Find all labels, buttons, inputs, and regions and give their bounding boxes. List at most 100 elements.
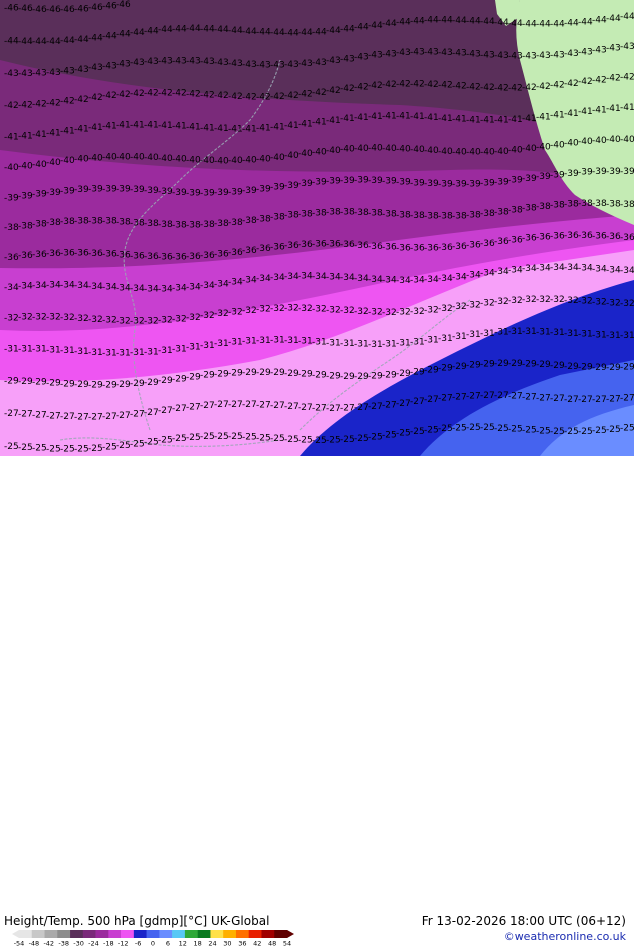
isotherm-label: -25 bbox=[424, 425, 439, 435]
isotherm-label: -36 bbox=[508, 235, 523, 245]
isotherm-label: -31 bbox=[116, 349, 131, 359]
isotherm-label: -38 bbox=[480, 209, 495, 219]
legend-left-arrow bbox=[12, 930, 19, 938]
isotherm-label: -39 bbox=[200, 188, 215, 198]
isotherm-label: -31 bbox=[256, 336, 271, 346]
legend-swatch bbox=[274, 930, 287, 938]
isotherm-label: -29 bbox=[312, 371, 327, 381]
isotherm-label: -44 bbox=[270, 28, 285, 38]
isotherm-label: -41 bbox=[340, 114, 355, 124]
isotherm-label: -29 bbox=[172, 374, 187, 384]
isotherm-label: -31 bbox=[102, 348, 117, 358]
isotherm-label: -44 bbox=[340, 25, 355, 35]
isotherm-label: -43 bbox=[536, 51, 551, 61]
isotherm-label: -29 bbox=[564, 362, 579, 372]
isotherm-label: -42 bbox=[46, 98, 61, 108]
isotherm-label: -41 bbox=[564, 109, 579, 119]
isotherm-label: -41 bbox=[88, 123, 103, 133]
isotherm-label: -25 bbox=[606, 425, 621, 435]
isotherm-label: -27 bbox=[186, 402, 201, 412]
isotherm-label: -42 bbox=[354, 82, 369, 92]
isotherm-label: -25 bbox=[102, 443, 117, 453]
isotherm-label: -31 bbox=[284, 336, 299, 346]
isotherm-label: -40 bbox=[298, 149, 313, 159]
isotherm-label: -27 bbox=[494, 391, 509, 401]
isotherm-label: -42 bbox=[4, 101, 19, 111]
isotherm-label: -27 bbox=[60, 412, 75, 422]
isotherm-label: -40 bbox=[312, 147, 327, 157]
isotherm-label: -40 bbox=[186, 156, 201, 166]
isotherm-label: -39 bbox=[508, 176, 523, 186]
isotherm-label: -34 bbox=[200, 281, 215, 291]
isotherm-label: -32 bbox=[466, 300, 481, 310]
credit-link[interactable]: ©weatheronline.co.uk bbox=[504, 930, 626, 943]
isotherm-label: -42 bbox=[564, 79, 579, 89]
isotherm-label: -46 bbox=[116, 0, 131, 10]
isotherm-label: -40 bbox=[522, 144, 537, 154]
isotherm-label: -38 bbox=[606, 199, 621, 209]
isotherm-label: -29 bbox=[438, 364, 453, 374]
isotherm-label: -36 bbox=[242, 246, 257, 256]
isotherm-label: -27 bbox=[438, 394, 453, 404]
isotherm-label: -29 bbox=[620, 363, 634, 373]
isotherm-label: -36 bbox=[382, 243, 397, 253]
isotherm-label: -39 bbox=[368, 176, 383, 186]
isotherm-label: -39 bbox=[494, 177, 509, 187]
isotherm-label: -39 bbox=[606, 167, 621, 177]
isotherm-label: -44 bbox=[200, 25, 215, 35]
isotherm-label: -44 bbox=[494, 18, 509, 28]
isotherm-label: -39 bbox=[620, 167, 634, 177]
isotherm-label: -41 bbox=[60, 126, 75, 136]
isotherm-label: -32 bbox=[242, 306, 257, 316]
isotherm-label: -39 bbox=[564, 169, 579, 179]
isotherm-label: -41 bbox=[18, 131, 33, 141]
isotherm-label: -39 bbox=[382, 177, 397, 187]
isotherm-label: -29 bbox=[228, 368, 243, 378]
isotherm-label: -31 bbox=[298, 337, 313, 347]
isotherm-label: -31 bbox=[214, 339, 229, 349]
isotherm-label: -31 bbox=[620, 331, 634, 341]
isotherm-label: -27 bbox=[312, 404, 327, 414]
isotherm-label: -34 bbox=[620, 266, 634, 276]
isotherm-label: -42 bbox=[480, 83, 495, 93]
isotherm-label: -41 bbox=[200, 123, 215, 133]
isotherm-label: -40 bbox=[592, 136, 607, 146]
isotherm-label: -44 bbox=[228, 26, 243, 36]
isotherm-label: -43 bbox=[410, 48, 425, 58]
isotherm-label: -27 bbox=[270, 401, 285, 411]
isotherm-label: -34 bbox=[466, 271, 481, 281]
isotherm-label: -44 bbox=[116, 30, 131, 40]
isotherm-label: -29 bbox=[606, 363, 621, 373]
isotherm-label: -25 bbox=[410, 427, 425, 437]
isotherm-label: -43 bbox=[550, 50, 565, 60]
isotherm-label: -41 bbox=[284, 121, 299, 131]
isotherm-label: -31 bbox=[4, 345, 19, 355]
isotherm-label: -41 bbox=[116, 121, 131, 131]
isotherm-label: -25 bbox=[550, 427, 565, 437]
isotherm-label: -44 bbox=[410, 16, 425, 26]
legend-swatch bbox=[210, 930, 223, 938]
isotherm-label: -38 bbox=[214, 219, 229, 229]
isotherm-label: -31 bbox=[368, 340, 383, 350]
isotherm-label: -36 bbox=[186, 252, 201, 262]
isotherm-label: -43 bbox=[298, 59, 313, 69]
isotherm-label: -39 bbox=[116, 185, 131, 195]
legend-swatch bbox=[57, 930, 70, 938]
isotherm-label: -34 bbox=[228, 278, 243, 288]
isotherm-label: -39 bbox=[298, 179, 313, 189]
isotherm-label: -40 bbox=[480, 148, 495, 158]
isotherm-label: -40 bbox=[88, 153, 103, 163]
isotherm-label: -25 bbox=[228, 432, 243, 442]
isotherm-label: -27 bbox=[522, 392, 537, 402]
isotherm-label: -32 bbox=[298, 304, 313, 314]
isotherm-label: -42 bbox=[326, 86, 341, 96]
isotherm-label: -43 bbox=[480, 50, 495, 60]
isotherm-label: -32 bbox=[200, 311, 215, 321]
isotherm-label: -38 bbox=[116, 217, 131, 227]
isotherm-label: -29 bbox=[326, 371, 341, 381]
isotherm-label: -42 bbox=[382, 80, 397, 90]
isotherm-label: -41 bbox=[46, 128, 61, 138]
isotherm-label: -44 bbox=[480, 17, 495, 27]
isotherm-label: -34 bbox=[60, 281, 75, 291]
isotherm-label: -40 bbox=[340, 145, 355, 155]
